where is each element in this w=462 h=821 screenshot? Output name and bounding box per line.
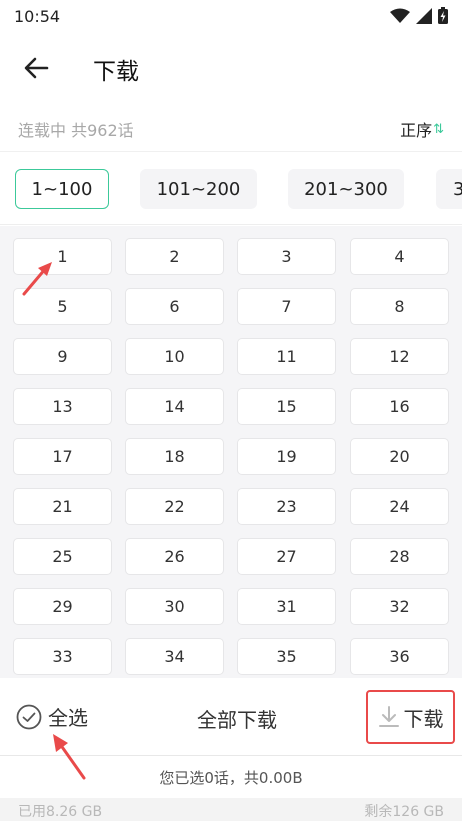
chapter-cell[interactable]: 24: [350, 488, 449, 525]
download-all-button[interactable]: 全部下载: [197, 704, 277, 733]
sort-toggle[interactable]: 正序 ⇅: [400, 117, 444, 141]
chapter-cell[interactable]: 16: [350, 388, 449, 425]
chapter-cell[interactable]: 22: [125, 488, 224, 525]
chapter-cell[interactable]: 36: [350, 638, 449, 675]
range-tabs: 1~100 101~200 201~300 3: [0, 153, 462, 225]
chapter-cell[interactable]: 19: [237, 438, 336, 475]
select-all-button[interactable]: 全选: [16, 702, 88, 731]
download-icon: [378, 706, 399, 727]
info-row: 连载中 共962话 正序 ⇅: [0, 104, 462, 152]
range-tab-201-300[interactable]: 201~300: [288, 169, 404, 209]
bottom-action-bar: 全选 全部下载 下载: [0, 678, 462, 756]
chapter-cell[interactable]: 26: [125, 538, 224, 575]
chapter-cell[interactable]: 14: [125, 388, 224, 425]
chapter-cell[interactable]: 2: [125, 238, 224, 275]
chapter-cell[interactable]: 3: [237, 238, 336, 275]
download-label: 下载: [403, 706, 444, 731]
chapter-cell[interactable]: 12: [350, 338, 449, 375]
range-tab-label: 201~300: [304, 178, 388, 200]
range-tab-label: 101~200: [156, 178, 241, 200]
status-time: 10:54: [14, 7, 61, 26]
range-tab-1-100[interactable]: 1~100: [15, 169, 109, 209]
download-button[interactable]: 下载: [366, 690, 455, 744]
chapter-cell[interactable]: 15: [237, 388, 336, 425]
chapter-cell[interactable]: 13: [13, 388, 112, 425]
chapter-cell[interactable]: 32: [350, 588, 449, 625]
wifi-icon: [390, 8, 410, 23]
chapter-cell[interactable]: 28: [350, 538, 449, 575]
storage-used: 已用8.26 GB: [18, 804, 103, 820]
storage-free: 剩余126 GB: [364, 804, 444, 820]
chapter-cell[interactable]: 27: [237, 538, 336, 575]
selection-summary-text: 您已选0话，共0.00B: [159, 768, 303, 787]
chapter-cell[interactable]: 35: [237, 638, 336, 675]
status-icons: [390, 7, 448, 24]
chapter-cell[interactable]: 9: [13, 338, 112, 375]
range-tab-label: 1~100: [31, 178, 93, 200]
chapter-cell[interactable]: 17: [13, 438, 112, 475]
app-bar: 下载: [0, 32, 462, 102]
chapter-cell[interactable]: 30: [125, 588, 224, 625]
chapter-cell[interactable]: 25: [13, 538, 112, 575]
range-tab-partial[interactable]: 3: [436, 169, 462, 209]
range-tab-101-200[interactable]: 101~200: [140, 169, 257, 209]
chapter-cell[interactable]: 7: [237, 288, 336, 325]
sort-label: 正序: [400, 121, 433, 140]
chapter-cell[interactable]: 29: [13, 588, 112, 625]
chapter-cell[interactable]: 23: [237, 488, 336, 525]
chapter-cell[interactable]: 8: [350, 288, 449, 325]
sort-order-icon: ⇅: [433, 121, 444, 137]
back-button[interactable]: [16, 50, 56, 86]
check-circle-icon: [16, 704, 42, 729]
chapter-cell[interactable]: 20: [350, 438, 449, 475]
status-bar: 10:54: [0, 0, 462, 32]
arrow-left-icon: [24, 57, 49, 79]
chapter-cell[interactable]: 34: [125, 638, 224, 675]
chapter-cell[interactable]: 5: [13, 288, 112, 325]
chapter-cell[interactable]: 10: [125, 338, 224, 375]
select-all-label: 全选: [48, 706, 88, 730]
chapter-cell[interactable]: 33: [13, 638, 112, 675]
chapter-cell[interactable]: 6: [125, 288, 224, 325]
chapter-cell[interactable]: 21: [13, 488, 112, 525]
chapter-cell[interactable]: 11: [237, 338, 336, 375]
chapter-cell[interactable]: 4: [350, 238, 449, 275]
chapter-cell[interactable]: 31: [237, 588, 336, 625]
chapter-cell[interactable]: 18: [125, 438, 224, 475]
serial-status: 连载中 共962话: [18, 121, 134, 140]
range-tab-label: 3: [453, 179, 462, 200]
page-title: 下载: [93, 59, 139, 85]
battery-charging-icon: [438, 7, 448, 24]
storage-row: 已用8.26 GB 剩余126 GB: [0, 798, 462, 821]
chapter-cell[interactable]: 1: [13, 238, 112, 275]
chapter-grid: 1 2 3 4 5 6 7 8 9 10 11 12 13 14 15 16 17 18 19 20 21 22 23 24 2…: [0, 226, 462, 678]
signal-icon: [416, 7, 432, 24]
selection-summary: 您已选0话，共0.00B: [0, 756, 462, 798]
